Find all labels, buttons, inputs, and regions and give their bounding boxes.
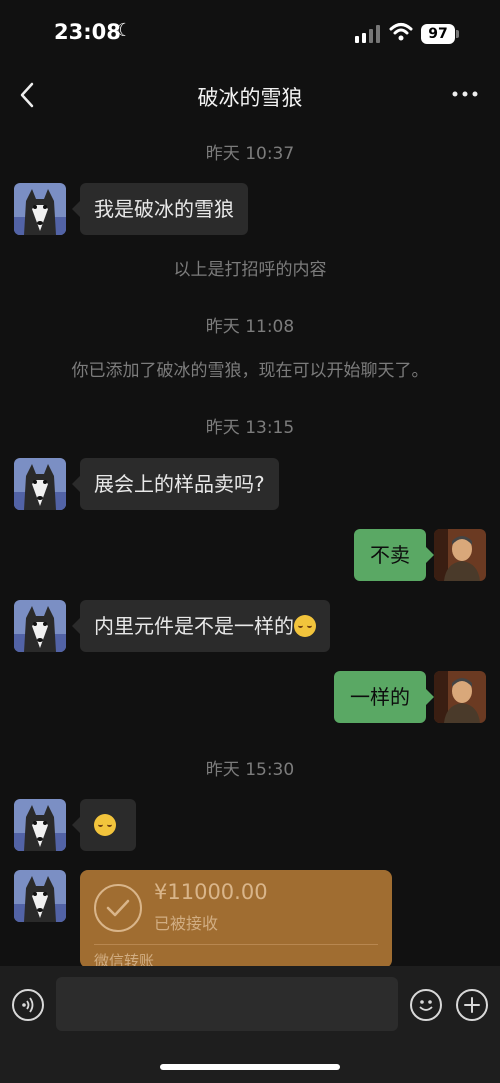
transfer-card[interactable]: ¥11000.00 已被接收 微信转账 [80, 870, 392, 968]
outgoing-message[interactable]: 不卖 [354, 529, 434, 581]
incoming-message[interactable]: 展会上的样品卖吗? [72, 458, 279, 510]
signal-icon [355, 25, 380, 43]
system-message: 以上是打招呼的内容 [173, 260, 327, 280]
moon-icon: ☾ [116, 20, 133, 41]
message-text: 内里元件是不是一样的 [94, 614, 294, 638]
voice-icon[interactable] [12, 989, 44, 1021]
battery-indicator: 97 [421, 24, 455, 44]
timestamp: 昨天 13:15 [205, 418, 295, 438]
husky-avatar-icon [14, 870, 66, 922]
status-time: 23:08 [54, 20, 121, 44]
transfer-status: 已被接收 [154, 914, 219, 933]
transfer-amount: ¥11000.00 [154, 880, 268, 904]
husky-avatar-icon [14, 799, 66, 851]
user-photo-icon [434, 529, 486, 581]
divider [94, 944, 378, 945]
check-icon [94, 884, 142, 932]
user-photo-icon [434, 671, 486, 723]
contact-avatar[interactable] [14, 600, 66, 652]
contact-avatar[interactable] [14, 799, 66, 851]
emoji-icon[interactable] [410, 989, 442, 1021]
my-avatar[interactable] [434, 529, 486, 581]
timestamp: 昨天 10:37 [205, 144, 295, 164]
timestamp: 昨天 11:08 [205, 317, 295, 337]
incoming-message[interactable]: 内里元件是不是一样的 [72, 600, 330, 652]
husky-avatar-icon [14, 600, 66, 652]
message-input[interactable] [56, 977, 398, 1031]
incoming-emoji-message[interactable] [72, 799, 136, 851]
outgoing-message[interactable]: 一样的 [334, 671, 434, 723]
husky-avatar-icon [14, 458, 66, 510]
incoming-message[interactable]: 我是破冰的雪狼 [72, 183, 248, 235]
more-icon[interactable] [449, 84, 481, 104]
smile-emoji-icon [294, 614, 316, 637]
contact-avatar[interactable] [14, 458, 66, 510]
my-avatar[interactable] [434, 671, 486, 723]
system-message: 你已添加了破冰的雪狼，现在可以开始聊天了。 [71, 361, 429, 381]
wifi-icon [389, 23, 413, 41]
battery-tip [456, 30, 459, 38]
contact-avatar[interactable] [14, 870, 66, 922]
chat-title: 破冰的雪狼 [197, 86, 303, 110]
smile-emoji-icon [94, 813, 116, 836]
contact-avatar[interactable] [14, 183, 66, 235]
home-indicator [160, 1064, 340, 1070]
plus-icon[interactable] [456, 989, 488, 1021]
timestamp: 昨天 15:30 [205, 760, 295, 780]
husky-avatar-icon [14, 183, 66, 235]
